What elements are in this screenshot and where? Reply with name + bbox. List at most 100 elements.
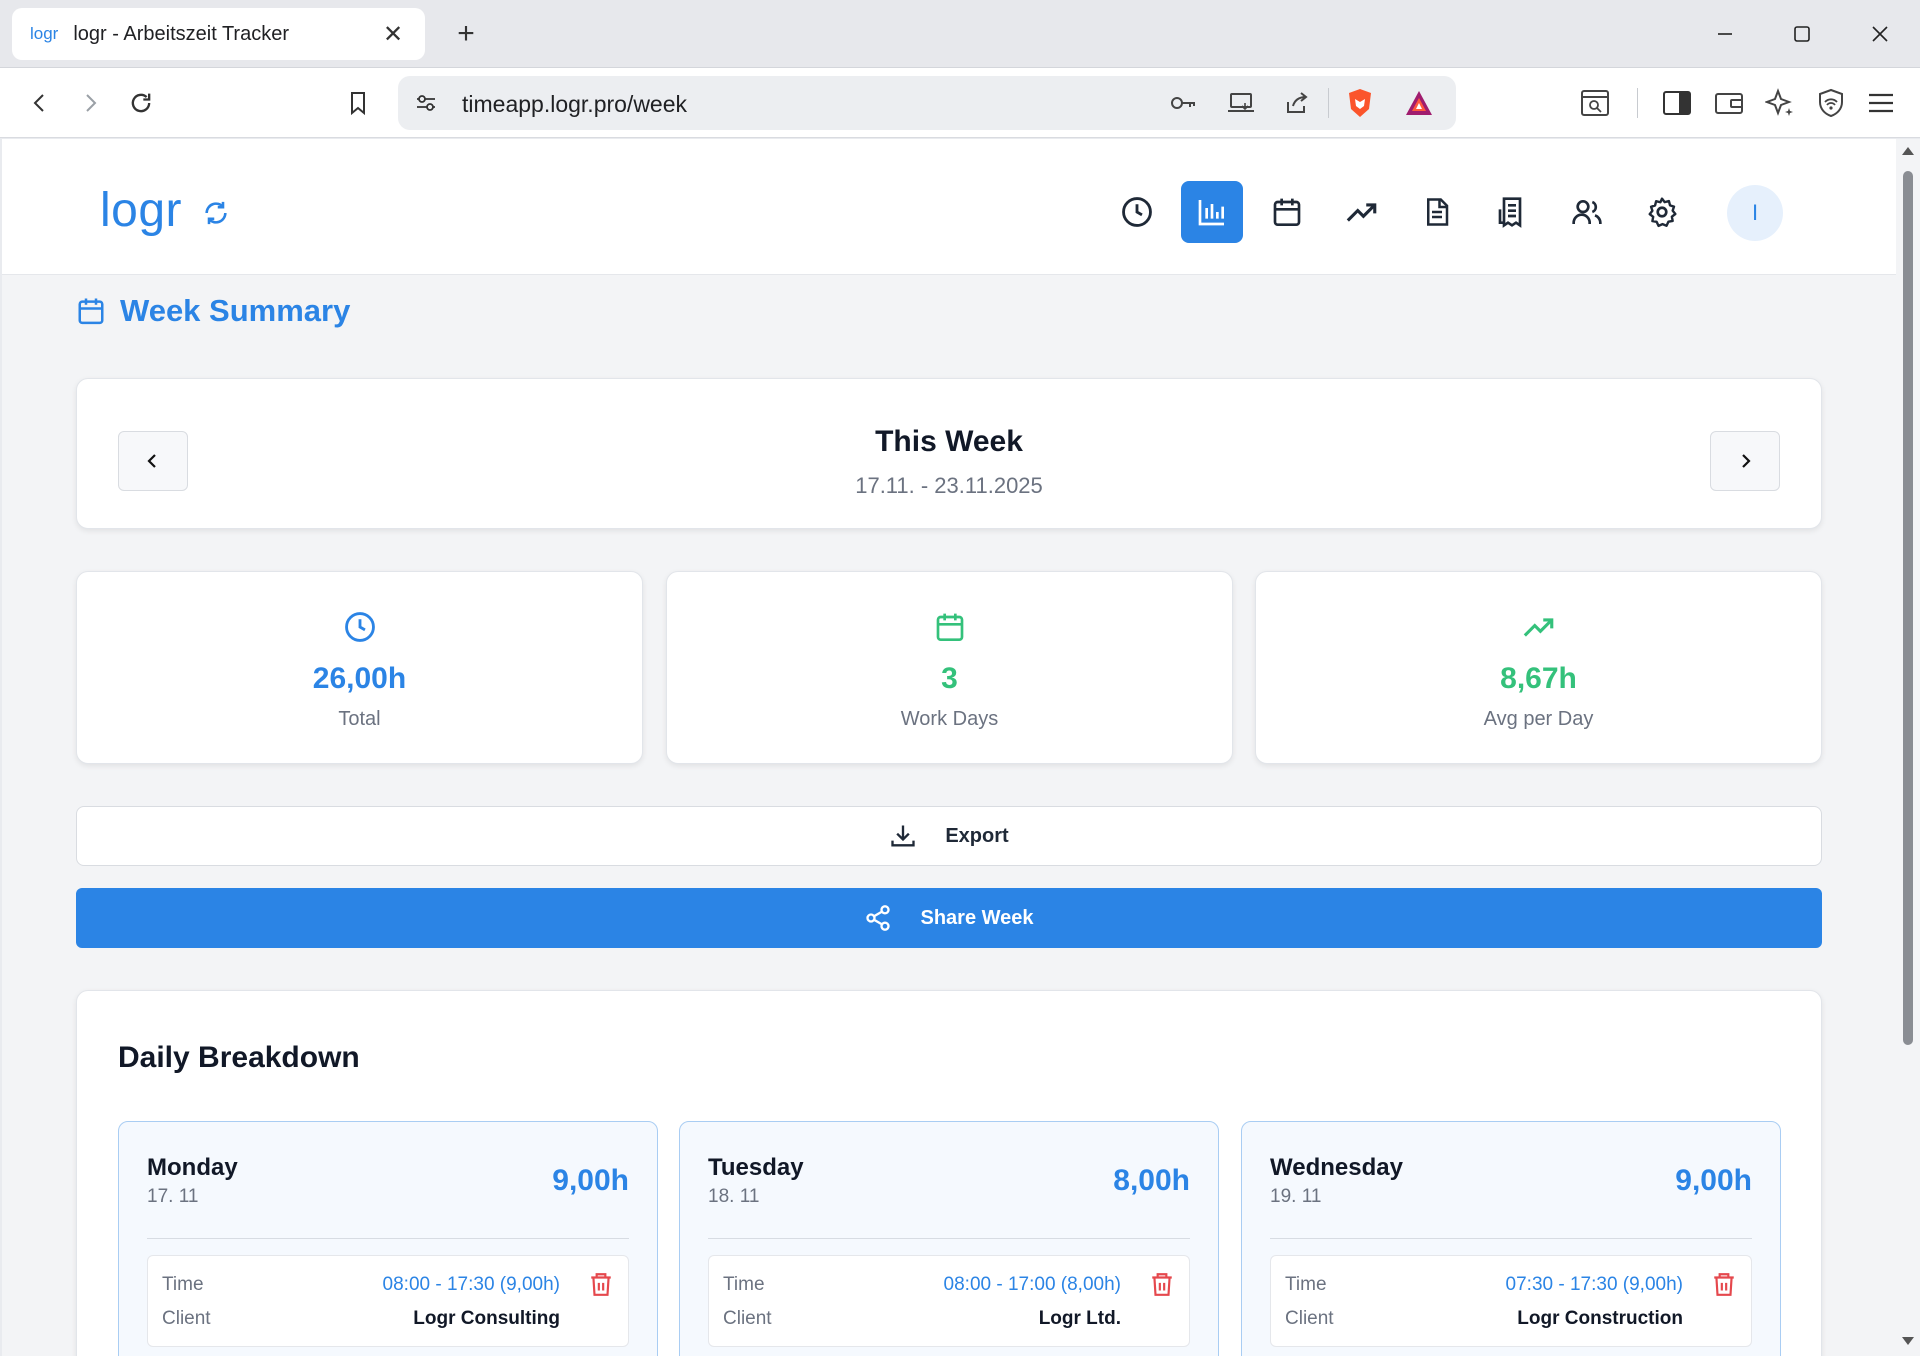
user-avatar[interactable]: I xyxy=(1727,185,1783,241)
day-name: Monday xyxy=(147,1154,238,1181)
week-navigator: This Week 17.11. - 23.11.2025 xyxy=(76,378,1822,529)
client-label: Client xyxy=(1285,1308,1334,1329)
stat-value: 26,00h xyxy=(312,662,407,695)
trending-up-icon xyxy=(1256,610,1821,644)
forward-button[interactable] xyxy=(70,83,110,123)
share-week-button[interactable]: Share Week xyxy=(76,888,1822,948)
stat-value: 8,67h xyxy=(1500,662,1577,695)
address-bar[interactable]: timeapp.logr.pro/week xyxy=(398,76,1456,130)
day-date: 19. 11 xyxy=(1270,1186,1322,1207)
chevron-right-icon xyxy=(1742,454,1751,468)
calendar-icon xyxy=(667,610,1232,644)
nav-trending-up-icon[interactable] xyxy=(1331,181,1393,243)
stat-card-total: 26,00h Total xyxy=(76,571,643,764)
app-logo[interactable]: logr xyxy=(100,183,182,238)
export-button[interactable]: Export xyxy=(76,806,1822,866)
daily-breakdown: Daily Breakdown Monday 17. 11 9,00h Time… xyxy=(76,990,1822,1356)
day-date: 18. 11 xyxy=(708,1186,760,1207)
day-hours: 9,00h xyxy=(1675,1164,1752,1197)
new-tab-button[interactable]: + xyxy=(446,14,486,54)
day-hours: 9,00h xyxy=(552,1164,629,1197)
page-viewport: logr I Week Summary This Week 17.11. - 2… xyxy=(2,139,1896,1356)
back-button[interactable] xyxy=(20,83,60,123)
app-header: logr I xyxy=(2,139,1896,275)
delete-entry-icon[interactable] xyxy=(1711,1270,1737,1303)
calendar-icon xyxy=(78,298,104,325)
export-label: Export xyxy=(945,824,1009,847)
clock-icon xyxy=(77,610,642,644)
divider xyxy=(147,1238,629,1239)
next-week-button[interactable] xyxy=(1710,431,1780,491)
daily-breakdown-title: Daily Breakdown xyxy=(118,1041,360,1074)
entry-time: 08:00 - 17:30 (9,00h) xyxy=(382,1274,560,1295)
install-app-icon[interactable] xyxy=(1226,89,1256,117)
browser-tab[interactable]: logr logr - Arbeitszeit Tracker ✕ xyxy=(12,8,425,60)
divider xyxy=(1270,1238,1752,1239)
time-entry[interactable]: Time Client 08:00 - 17:30 (9,00h) Logr C… xyxy=(147,1255,629,1347)
entry-time: 08:00 - 17:00 (8,00h) xyxy=(943,1274,1121,1295)
browser-tab-bar: logr logr - Arbeitszeit Tracker ✕ + xyxy=(0,0,1920,68)
nav-calendar-icon[interactable] xyxy=(1256,181,1318,243)
vpn-shield-icon[interactable] xyxy=(1814,86,1848,120)
site-settings-icon[interactable] xyxy=(412,89,440,117)
stat-label: Total xyxy=(338,708,381,730)
scrollbar-thumb[interactable] xyxy=(1903,171,1913,1045)
nav-bar-chart-icon[interactable] xyxy=(1181,181,1243,243)
wallet-icon[interactable] xyxy=(1712,86,1746,120)
time-entry[interactable]: Time Client 08:00 - 17:00 (8,00h) Logr L… xyxy=(708,1255,1190,1347)
key-icon[interactable] xyxy=(1168,89,1198,117)
client-label: Client xyxy=(162,1308,211,1329)
day-hours: 8,00h xyxy=(1113,1164,1190,1197)
brave-shield-icon[interactable] xyxy=(1343,86,1377,120)
day-card-tuesday: Tuesday 18. 11 8,00h Time Client 08:00 -… xyxy=(679,1121,1219,1356)
bookmark-icon[interactable] xyxy=(338,83,378,123)
stat-value: 3 xyxy=(941,662,958,695)
tab-favicon: logr xyxy=(30,24,59,43)
client-label: Client xyxy=(723,1308,772,1329)
page-title: Week Summary xyxy=(76,293,350,329)
time-entry[interactable]: Time Client 07:30 - 17:30 (9,00h) Logr C… xyxy=(1270,1255,1752,1347)
nav-receipt-icon[interactable] xyxy=(1481,181,1543,243)
week-range: 17.11. - 23.11.2025 xyxy=(855,473,1043,498)
sidebar-toggle-icon[interactable] xyxy=(1660,86,1694,120)
nav-users-icon[interactable] xyxy=(1556,181,1618,243)
nav-document-icon[interactable] xyxy=(1406,181,1468,243)
nav-gear-icon[interactable] xyxy=(1631,181,1693,243)
day-date: 17. 11 xyxy=(147,1186,199,1207)
sync-icon[interactable] xyxy=(202,199,230,232)
stat-card-work-days: 3 Work Days xyxy=(666,571,1233,764)
close-tab-icon[interactable]: ✕ xyxy=(379,20,407,49)
delete-entry-icon[interactable] xyxy=(588,1270,614,1303)
entry-client: Logr Consulting xyxy=(413,1308,560,1329)
tab-title: logr - Arbeitszeit Tracker xyxy=(73,22,289,45)
time-label: Time xyxy=(1285,1274,1327,1295)
stat-label: Avg per Day xyxy=(1483,708,1594,730)
time-label: Time xyxy=(162,1274,204,1295)
nav-clock-icon[interactable] xyxy=(1106,181,1168,243)
reader-mode-icon[interactable] xyxy=(1578,86,1612,120)
maximize-window-button[interactable] xyxy=(1782,14,1822,54)
day-card-wednesday: Wednesday 19. 11 9,00h Time Client 07:30… xyxy=(1241,1121,1781,1356)
minimize-window-button[interactable] xyxy=(1705,14,1745,54)
stat-card-avg-per-day: 8,67h Avg per Day xyxy=(1255,571,1822,764)
close-window-button[interactable] xyxy=(1860,14,1900,54)
entry-client: Logr Ltd. xyxy=(1038,1308,1121,1329)
day-name: Tuesday xyxy=(708,1154,804,1181)
menu-icon[interactable] xyxy=(1864,86,1898,120)
download-icon xyxy=(891,825,915,847)
page-scrollbar[interactable] xyxy=(1896,139,1920,1356)
stat-label: Work Days xyxy=(900,708,999,730)
brave-rewards-icon[interactable] xyxy=(1402,86,1436,120)
browser-toolbar: timeapp.logr.pro/week xyxy=(0,68,1920,138)
page-title-text: Week Summary xyxy=(120,293,351,328)
week-title: This Week xyxy=(875,425,1023,458)
share-page-icon[interactable] xyxy=(1282,89,1312,117)
entry-time: 07:30 - 17:30 (9,00h) xyxy=(1505,1274,1683,1295)
divider xyxy=(708,1238,1190,1239)
share-icon xyxy=(866,905,891,931)
leo-ai-icon[interactable] xyxy=(1763,86,1797,120)
reload-button[interactable] xyxy=(121,83,161,123)
day-name: Wednesday xyxy=(1270,1154,1403,1181)
delete-entry-icon[interactable] xyxy=(1149,1270,1175,1303)
url-text: timeapp.logr.pro/week xyxy=(462,91,688,117)
